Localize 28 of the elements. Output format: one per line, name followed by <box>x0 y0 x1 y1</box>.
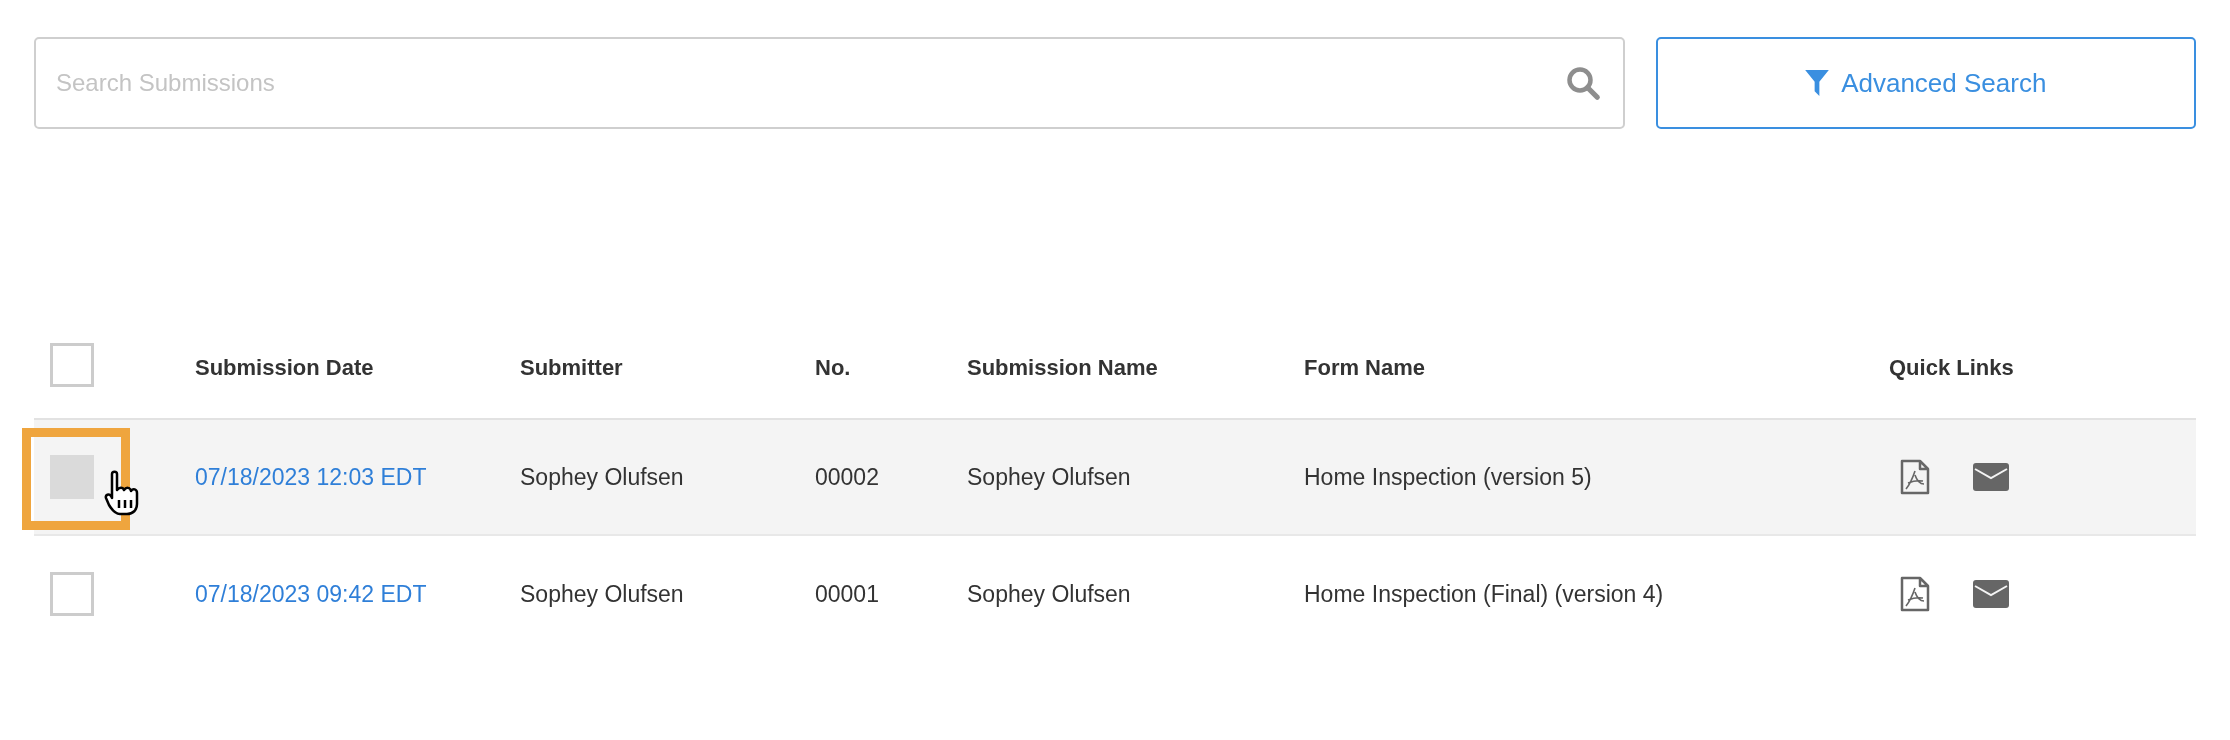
advanced-search-button[interactable]: Advanced Search <box>1655 37 2196 129</box>
date-link[interactable]: 07/18/2023 09:42 EDT <box>195 580 427 607</box>
envelope-icon[interactable] <box>1973 463 2009 491</box>
table-cell: Home Inspection (Final) (version 4) <box>1304 580 1664 607</box>
table-cell: Home Inspection (version 5) <box>1304 463 1592 490</box>
pdf-file-icon[interactable] <box>1899 576 1931 612</box>
table-cell: Sophey Olufsen <box>967 463 1131 490</box>
search-input[interactable]: Search Submissions <box>56 65 1565 101</box>
search-field[interactable]: Search Submissions <box>34 37 1625 129</box>
checkbox[interactable] <box>50 572 94 616</box>
date-link[interactable]: 07/18/2023 12:03 EDT <box>195 463 427 490</box>
column-header: Form Name <box>1304 354 1426 380</box>
table-cell: Sophey Olufsen <box>520 463 684 490</box>
table-cell: 00001 <box>815 580 879 607</box>
column-header: Submission Name <box>967 354 1158 380</box>
column-header: Submission Date <box>195 354 374 380</box>
pdf-file-icon[interactable] <box>1899 459 1931 495</box>
column-header: No. <box>815 354 851 380</box>
filter-icon <box>1805 70 1830 96</box>
table-cell: Sophey Olufsen <box>967 580 1131 607</box>
table-cell: Sophey Olufsen <box>520 580 684 607</box>
column-header: Submitter <box>520 354 623 380</box>
checkbox[interactable] <box>50 455 94 499</box>
checkbox[interactable] <box>50 343 94 387</box>
search-icon <box>1564 65 1601 101</box>
column-header: Quick Links <box>1889 354 2014 380</box>
table-cell: 00002 <box>815 463 879 490</box>
envelope-icon[interactable] <box>1973 580 2009 608</box>
